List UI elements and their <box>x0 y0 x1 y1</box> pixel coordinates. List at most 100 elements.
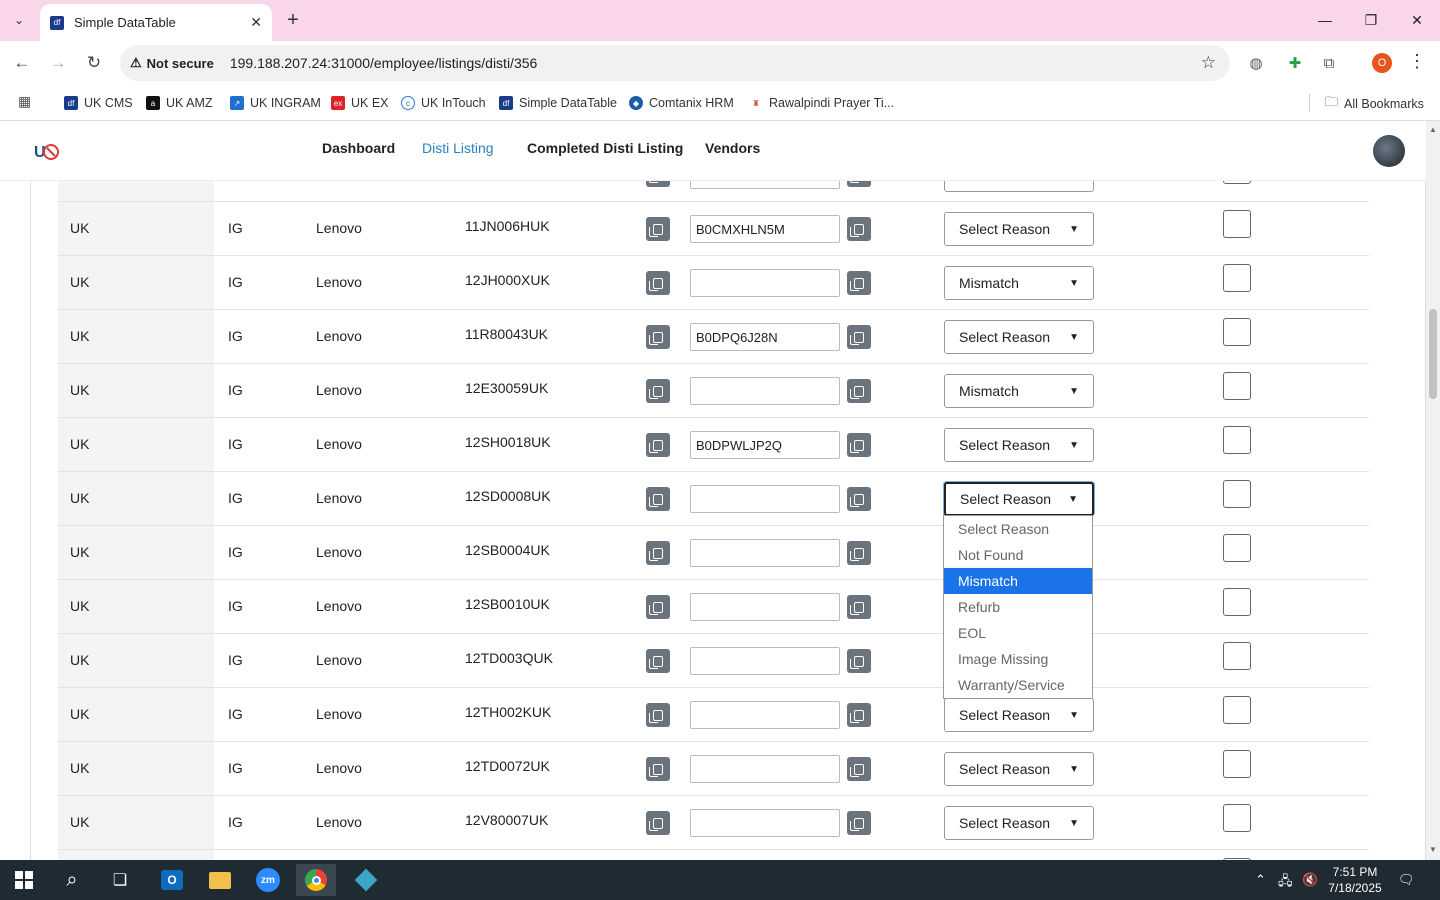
asin-input[interactable] <box>690 377 840 405</box>
copy-asin-icon[interactable] <box>847 541 871 565</box>
copy-asin-icon[interactable] <box>847 595 871 619</box>
reason-select[interactable]: Select Reason ▼ <box>944 482 1094 516</box>
copy-asin-icon[interactable] <box>847 325 871 349</box>
globe-extension-icon[interactable]: ◍ <box>1244 51 1268 75</box>
security-chip[interactable]: ⚠ Not secure <box>130 55 214 71</box>
reason-select[interactable]: Select Reason ▼ <box>944 806 1094 840</box>
reason-select[interactable]: Select Reason ▼ <box>944 320 1094 354</box>
asin-input[interactable] <box>690 539 840 567</box>
back-arrow-icon[interactable]: ← <box>10 51 34 75</box>
reason-option[interactable]: EOL <box>944 620 1092 646</box>
address-bar[interactable]: ⚠ Not secure 199.188.207.24:31000/employ… <box>120 45 1230 81</box>
forward-arrow-icon[interactable]: → <box>46 51 70 75</box>
page-scrollbar[interactable]: ▲ ▼ <box>1426 121 1440 860</box>
bookmark-star-icon[interactable]: ☆ <box>1201 53 1216 73</box>
asin-input[interactable] <box>690 647 840 675</box>
bookmark-simple-datatable[interactable]: df Simple DataTable <box>499 93 617 113</box>
copy-sku-icon[interactable] <box>646 271 670 295</box>
bookmark-comtanix-hrm[interactable]: ◆ Comtanix HRM <box>629 93 734 113</box>
uk-logo-icon[interactable]: U <box>32 137 60 165</box>
asin-input[interactable] <box>690 269 840 297</box>
extensions-puzzle-icon[interactable]: ⧉ <box>1317 51 1341 75</box>
scroll-up-arrow-icon[interactable]: ▲ <box>1429 125 1437 134</box>
copy-sku-icon[interactable] <box>646 757 670 781</box>
asin-input[interactable] <box>690 593 840 621</box>
done-checkbox[interactable] <box>1223 210 1251 238</box>
scrollbar-thumb[interactable] <box>1429 309 1437 399</box>
reason-select[interactable]: Mismatch ▼ <box>944 266 1094 300</box>
search-icon[interactable]: ⌕ <box>52 864 92 896</box>
new-tab-icon[interactable]: + <box>283 8 303 32</box>
bookmark-uk-amz[interactable]: a UK AMZ <box>146 93 213 113</box>
profile-avatar[interactable]: O <box>1372 53 1392 73</box>
copy-sku-icon[interactable] <box>646 541 670 565</box>
windows-start-icon[interactable] <box>4 864 44 896</box>
all-bookmarks-button[interactable]: 🗀 All Bookmarks <box>1325 93 1424 115</box>
copy-asin-icon[interactable] <box>847 379 871 403</box>
system-clock[interactable]: 7:51 PM 7/18/2025 <box>1324 864 1386 896</box>
done-checkbox[interactable] <box>1223 696 1251 724</box>
asin-input[interactable] <box>690 323 840 351</box>
nav-completed-disti-listing[interactable]: Completed Disti Listing <box>527 140 683 156</box>
bookmark-uk-ingram[interactable]: ↗ UK INGRAM <box>230 93 321 113</box>
user-avatar[interactable] <box>1373 135 1405 167</box>
reason-option[interactable]: Mismatch <box>944 568 1092 594</box>
copy-sku-icon[interactable] <box>646 595 670 619</box>
zoom-icon[interactable]: zm <box>248 864 288 896</box>
reason-option[interactable]: Warranty/Service <box>944 672 1092 698</box>
tab-search-chevron-icon[interactable]: ⌄ <box>8 9 30 31</box>
copy-asin-icon[interactable] <box>847 703 871 727</box>
nav-vendors[interactable]: Vendors <box>705 140 760 156</box>
done-checkbox[interactable] <box>1223 804 1251 832</box>
copy-sku-icon[interactable] <box>646 379 670 403</box>
reload-icon[interactable]: ↻ <box>82 51 106 75</box>
done-checkbox[interactable] <box>1223 642 1251 670</box>
copy-sku-icon[interactable] <box>646 433 670 457</box>
browser-tab-active[interactable]: df Simple DataTable ✕ <box>40 4 272 41</box>
minimize-icon[interactable]: — <box>1302 0 1348 40</box>
network-icon[interactable]: 🖧 <box>1278 872 1293 894</box>
asin-input[interactable] <box>690 485 840 513</box>
reason-option[interactable]: Refurb <box>944 594 1092 620</box>
copy-sku-icon[interactable] <box>646 325 670 349</box>
copy-asin-icon[interactable] <box>847 487 871 511</box>
bookmark-uk-intouch[interactable]: c UK InTouch <box>401 93 486 113</box>
url-text[interactable]: 199.188.207.24:31000/employee/listings/d… <box>230 55 537 71</box>
close-tab-icon[interactable]: ✕ <box>250 14 262 31</box>
done-checkbox[interactable] <box>1223 534 1251 562</box>
puzzle-green-extension-icon[interactable]: ✚ <box>1283 51 1307 75</box>
copy-sku-icon[interactable] <box>646 487 670 511</box>
reason-select[interactable]: Select Reason ▼ <box>944 698 1094 732</box>
bookmark-uk-cms[interactable]: df UK CMS <box>64 93 133 113</box>
copy-sku-icon[interactable] <box>646 811 670 835</box>
done-checkbox[interactable] <box>1223 750 1251 778</box>
nav-dashboard[interactable]: Dashboard <box>322 140 395 156</box>
asin-input[interactable] <box>690 809 840 837</box>
app-diamond-icon[interactable] <box>346 864 386 896</box>
scroll-down-arrow-icon[interactable]: ▼ <box>1429 845 1437 854</box>
kebab-menu-icon[interactable]: ⋮ <box>1408 51 1426 72</box>
reason-select[interactable]: Select Reason ▼ <box>944 752 1094 786</box>
notifications-icon[interactable]: 🗨 <box>1398 872 1415 888</box>
copy-sku-icon[interactable] <box>646 217 670 241</box>
volume-muted-icon[interactable]: 🔇 <box>1302 872 1318 888</box>
done-checkbox[interactable] <box>1223 264 1251 292</box>
copy-asin-icon[interactable] <box>847 271 871 295</box>
copy-sku-icon[interactable] <box>646 703 670 727</box>
copy-sku-icon[interactable] <box>646 649 670 673</box>
done-checkbox[interactable] <box>1223 588 1251 616</box>
asin-input[interactable] <box>690 215 840 243</box>
reason-select[interactable]: Select Reason ▼ <box>944 428 1094 462</box>
copy-asin-icon[interactable] <box>847 649 871 673</box>
outlook-icon[interactable]: O <box>152 864 192 896</box>
restore-icon[interactable]: ❐ <box>1348 0 1394 40</box>
copy-asin-icon[interactable] <box>847 433 871 457</box>
task-view-icon[interactable]: ❏ <box>100 864 140 896</box>
bookmark-prayer-times[interactable]: ♜ Rawalpindi Prayer Ti... <box>749 93 894 113</box>
close-window-icon[interactable]: ✕ <box>1394 0 1440 40</box>
reason-select[interactable]: Select Reason ▼ <box>944 212 1094 246</box>
chrome-icon[interactable] <box>296 864 336 896</box>
copy-asin-icon[interactable] <box>847 217 871 241</box>
copy-asin-icon[interactable] <box>847 811 871 835</box>
done-checkbox[interactable] <box>1223 426 1251 454</box>
